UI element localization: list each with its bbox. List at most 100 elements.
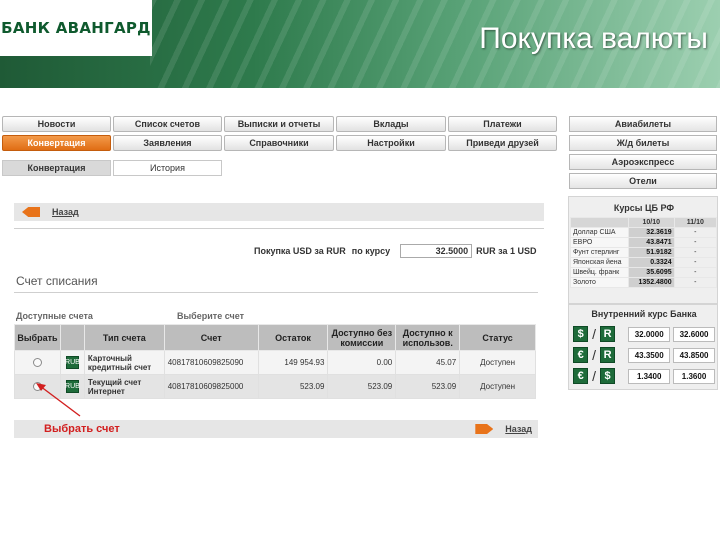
available-accounts-label: Доступные счета — [16, 311, 93, 321]
account-type: Текущий счет Интернет — [83, 374, 165, 399]
cb-change: - — [673, 227, 718, 238]
bank-rate-row: $ / R 32.0000 32.6000 — [573, 325, 715, 343]
euro-icon: € — [573, 368, 589, 384]
available-usable: 45.07 — [395, 350, 461, 375]
nav-deposits[interactable]: Вклады — [336, 116, 446, 132]
available-no-fee: 523.09 — [327, 374, 397, 399]
sell-rate: 43.8500 — [673, 347, 715, 363]
next-arrow-icon[interactable] — [475, 424, 494, 434]
cb-value: 1352.4800 — [627, 277, 675, 288]
cb-rates-title: Курсы ЦБ РФ — [613, 203, 675, 213]
accounts-table: Выбрать Тип счета Счет Остаток Доступно … — [14, 324, 536, 399]
table-row[interactable]: RUB Карточный кредитный счет 40817810609… — [14, 350, 536, 375]
account-number: 40817810609825090 — [163, 350, 259, 375]
cb-currency: Фунт стерлинг — [570, 247, 629, 258]
cb-currency: Швейц. франк — [570, 267, 629, 278]
buy-rate: 1.3400 — [628, 368, 671, 384]
header-balance: Остаток — [257, 324, 329, 351]
rate-input[interactable]: 32.5000 — [400, 244, 473, 258]
account-balance: 149 954.93 — [257, 350, 329, 375]
cb-header-date2: 11/10 — [673, 217, 718, 228]
cb-header-date1: 10/10 — [627, 217, 675, 228]
subtab-history[interactable]: История — [113, 160, 222, 176]
nav-invite-friends[interactable]: Приведи друзей — [448, 135, 557, 151]
sell-rate: 1.3600 — [673, 368, 715, 384]
cb-change: - — [673, 257, 718, 268]
slash-separator: / — [592, 368, 597, 384]
dollar-icon: $ — [599, 368, 616, 384]
cb-value: 32.3619 — [627, 227, 675, 238]
cb-rate-row: Золото 1352.4800 - — [570, 277, 718, 288]
header-icon — [59, 324, 85, 351]
bank-rates-panel: Внутренний курс Банка $ / R 32.0000 32.6… — [568, 304, 718, 390]
ruble-icon: R — [599, 347, 616, 363]
cb-rate-row: Доллар США 32.3619 - — [570, 227, 718, 238]
back-arrow-icon[interactable] — [22, 207, 40, 217]
ruble-icon: R — [599, 326, 616, 342]
cb-change: - — [673, 267, 718, 278]
side-aeroexpress-button[interactable]: Аэроэкспресс — [569, 154, 717, 170]
side-flights-button[interactable]: Авиабилеты — [569, 116, 717, 132]
sell-rate: 32.6000 — [673, 326, 715, 342]
icon-cell: RUB — [59, 350, 85, 375]
header-available-no-fee: Доступно без комиссии — [327, 324, 397, 351]
nav-accounts-list[interactable]: Список счетов — [113, 116, 222, 132]
status-badge: Доступен — [459, 374, 536, 399]
buy-rate: 43.3500 — [628, 347, 671, 363]
account-number: 40817810609825000 — [163, 374, 259, 399]
available-usable: 523.09 — [395, 374, 461, 399]
header-select: Выбрать — [14, 324, 61, 351]
nav-statements[interactable]: Выписки и отчеты — [224, 116, 334, 132]
rate-row: Покупка USD за RUR по курсу 32.5000 RUR … — [254, 243, 538, 259]
cb-value: 43.8471 — [627, 237, 675, 248]
side-hotels-button[interactable]: Отели — [569, 173, 717, 189]
side-train-button[interactable]: Ж/д билеты — [569, 135, 717, 151]
account-radio[interactable] — [32, 358, 42, 367]
bank-name: БАНК АВАНГАРД — [1, 19, 151, 37]
choose-account-label: Выберите счет — [177, 311, 244, 321]
bank-rates-title: Внутренний курс Банка — [591, 309, 697, 319]
available-no-fee: 0.00 — [327, 350, 397, 375]
back-link[interactable]: Назад — [52, 207, 79, 217]
cb-value: 35.6095 — [627, 267, 675, 278]
select-cell[interactable] — [14, 350, 61, 375]
ruble-card-icon: RUB — [65, 356, 80, 369]
nav-references[interactable]: Справочники — [224, 135, 334, 151]
select-account-label: Выбрать счет — [44, 423, 120, 435]
cb-currency: Доллар США — [570, 227, 629, 238]
cb-rates-table: 10/10 11/10 Доллар США 32.3619 - ЕВРО 43… — [570, 217, 718, 288]
divider — [14, 228, 544, 229]
nav-payments[interactable]: Платежи — [448, 116, 557, 132]
cb-currency: Золото — [570, 277, 629, 288]
euro-icon: € — [573, 347, 589, 363]
nav-applications[interactable]: Заявления — [113, 135, 222, 151]
bank-rate-row: € / $ 1.3400 1.3600 — [573, 367, 715, 385]
cb-change: - — [673, 277, 718, 288]
header-available-usable: Доступно к использов. — [395, 324, 461, 351]
nav-conversion[interactable]: Конвертация — [2, 135, 111, 151]
subtab-conversion[interactable]: Конвертация — [2, 160, 111, 176]
section-title: Счет списания — [16, 274, 98, 288]
header-status: Статус — [459, 324, 536, 351]
cb-rate-row: Швейц. франк 35.6095 - — [570, 267, 718, 278]
rate-by-label: по курсу — [351, 246, 391, 256]
cb-currency: ЕВРО — [570, 237, 629, 248]
cb-value: 51.9182 — [627, 247, 675, 258]
cb-currency: Японская йена — [570, 257, 629, 268]
bank-rate-row: € / R 43.3500 43.8500 — [573, 346, 715, 364]
table-row[interactable]: RUB Текущий счет Интернет 40817810609825… — [14, 374, 536, 399]
page-title: Покупка валюты — [479, 22, 708, 55]
divider — [14, 292, 538, 293]
header-banner: БАНК АВАНГАРД Покупка валюты — [0, 0, 720, 88]
bank-logo[interactable]: БАНК АВАНГАРД — [0, 0, 152, 56]
cb-header-name — [570, 217, 629, 228]
next-link[interactable]: Назад — [505, 424, 532, 434]
slash-separator: / — [592, 347, 597, 363]
slash-separator: / — [592, 326, 597, 342]
red-pointer-arrow-icon — [36, 383, 81, 417]
dollar-icon: $ — [573, 326, 589, 342]
nav-settings[interactable]: Настройки — [336, 135, 446, 151]
nav-news[interactable]: Новости — [2, 116, 111, 132]
cb-value: 0.3324 — [627, 257, 675, 268]
status-badge: Доступен — [459, 350, 536, 375]
